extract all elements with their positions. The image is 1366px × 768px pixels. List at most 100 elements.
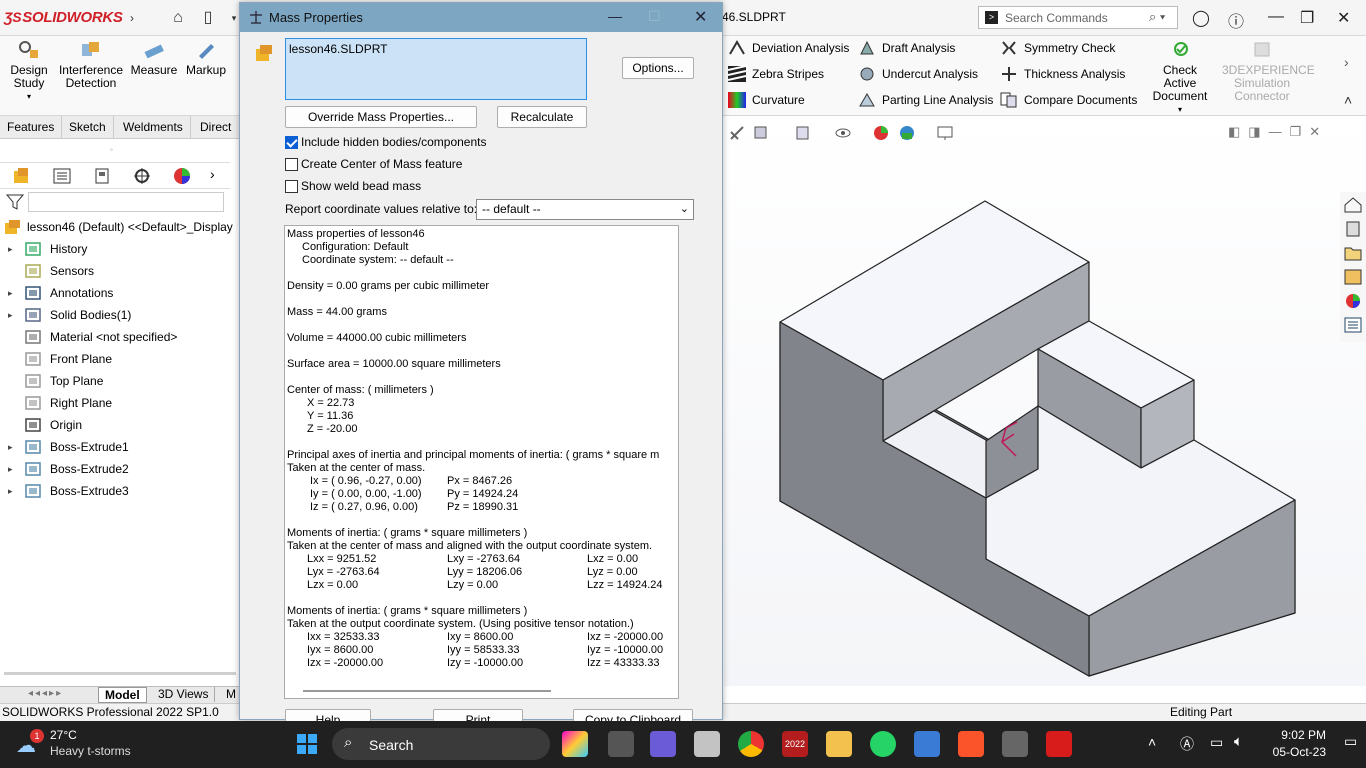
markup-button[interactable]: Markup <box>182 40 230 77</box>
selection-list[interactable]: lesson46.SLDPRT <box>285 38 587 100</box>
viewport-window-controls[interactable]: ◧◨—❐✕ <box>1228 124 1328 140</box>
resources-icon[interactable] <box>1343 196 1363 214</box>
display-manager-icon[interactable] <box>172 167 192 185</box>
task-view-icon[interactable] <box>608 731 634 757</box>
center-of-mass-checkbox[interactable]: Create Center of Mass feature <box>285 157 462 173</box>
weather-desc[interactable]: Heavy t-storms <box>50 744 131 758</box>
chevron-right-icon[interactable]: › <box>210 166 215 182</box>
new-document-icon[interactable]: ▯ <box>198 8 218 28</box>
interference-detection-button[interactable]: Interference Detection <box>58 40 124 90</box>
weather-temp[interactable]: 27°C <box>50 728 77 742</box>
previous-view-icon[interactable] <box>752 124 770 142</box>
file-explorer-icon[interactable] <box>826 731 852 757</box>
curvature-button[interactable]: Curvature <box>726 90 805 110</box>
filter-icon[interactable] <box>6 194 24 210</box>
checkbox-unchecked[interactable] <box>285 180 298 193</box>
zebra-stripes-button[interactable]: Zebra Stripes <box>726 64 824 84</box>
include-hidden-checkbox[interactable]: Include hidden bodies/components <box>285 135 486 151</box>
dimxpert-icon[interactable] <box>132 167 152 185</box>
expand-arrow-icon[interactable]: ▸ <box>8 238 13 260</box>
calculator-icon[interactable] <box>1002 731 1028 757</box>
compare-documents-button[interactable]: Compare Documents <box>998 90 1137 110</box>
user-icon[interactable]: ◯ <box>1192 8 1210 28</box>
tab-direct-edit[interactable]: Direct E <box>193 116 240 156</box>
acrobat-icon[interactable] <box>1046 731 1072 757</box>
recalculate-button[interactable]: Recalculate <box>497 106 587 128</box>
thickness-analysis-button[interactable]: Thickness Analysis <box>998 64 1125 84</box>
dialog-title-bar[interactable]: Mass Properties — ☐ ✕ <box>240 3 722 32</box>
undercut-analysis-button[interactable]: Undercut Analysis <box>856 64 978 84</box>
view-palette-icon[interactable] <box>1343 268 1363 286</box>
chevron-right-icon[interactable]: › <box>1344 54 1349 70</box>
part-model[interactable] <box>724 116 1366 686</box>
view-settings-icon[interactable] <box>936 124 954 142</box>
clock-date[interactable]: 05-Oct-23 <box>1266 745 1326 759</box>
help-icon[interactable]: ⓘ <box>1228 8 1244 32</box>
tab-weldments[interactable]: Weldments <box>116 116 191 139</box>
edit-appearance-icon[interactable] <box>872 124 890 142</box>
expand-arrow-icon[interactable]: ▸ <box>8 282 13 304</box>
design-study-button[interactable]: Design Study ▾ <box>6 40 52 103</box>
expand-arrow-icon[interactable]: ▸ <box>8 304 13 326</box>
collapse-icon[interactable]: ˄ <box>1344 92 1352 108</box>
weather-widget[interactable]: ☁ 1 <box>16 729 46 759</box>
expand-arrow-icon[interactable]: ▸ <box>8 458 13 480</box>
options-button[interactable]: Options... <box>622 57 694 79</box>
clock-time[interactable]: 9:02 PM <box>1266 728 1326 742</box>
search-icon[interactable]: ⌕ ▾ <box>1149 9 1165 25</box>
language-icon[interactable]: Ⓐ <box>1180 734 1194 754</box>
network-icon[interactable]: ▭ <box>1210 734 1223 751</box>
teams-icon[interactable] <box>650 731 676 757</box>
section-view-icon[interactable] <box>794 124 812 142</box>
experience-connector-button[interactable]: 3DEXPERIENCE Simulation Connector <box>1222 40 1315 103</box>
windows-start-icon[interactable] <box>296 733 318 755</box>
snipping-tool-icon[interactable] <box>694 731 720 757</box>
chevron-right-icon[interactable]: › <box>122 8 142 28</box>
notepad-icon[interactable] <box>914 731 940 757</box>
minimize-icon[interactable]: — <box>608 8 622 24</box>
checkbox-checked[interactable] <box>285 136 298 149</box>
search-commands-input[interactable]: > Search Commands ⌕ ▾ <box>978 6 1178 29</box>
coordinate-system-select[interactable]: -- default -- ⌄ <box>476 199 694 220</box>
minimize-icon[interactable]: — <box>1268 8 1284 26</box>
results-panel[interactable]: Mass properties of lesson46 Configuratio… <box>284 225 679 699</box>
chrome-icon[interactable] <box>738 731 764 757</box>
tree-scrollbar[interactable] <box>4 672 236 675</box>
copilot-icon[interactable] <box>562 731 588 757</box>
taskbar-search[interactable]: ⌕ Search <box>332 728 550 760</box>
checkbox-unchecked[interactable] <box>285 158 298 171</box>
notifications-icon[interactable]: ▭ <box>1344 733 1357 750</box>
file-explorer-icon[interactable] <box>1343 244 1363 262</box>
close-icon[interactable]: ✕ <box>694 7 707 27</box>
check-active-document-button[interactable]: Check Active Document ▾ <box>1146 40 1214 116</box>
tree-filter-input[interactable] <box>28 192 224 212</box>
view-orientation-icon[interactable] <box>728 124 746 142</box>
tab-features[interactable]: Features <box>0 116 63 139</box>
apply-scene-icon[interactable] <box>898 124 916 142</box>
close-icon[interactable]: ✕ <box>1337 8 1350 28</box>
draft-analysis-button[interactable]: Draft Analysis <box>856 38 955 58</box>
restore-icon[interactable]: ❐ <box>1300 8 1314 28</box>
custom-properties-icon[interactable] <box>1343 316 1363 334</box>
weld-bead-checkbox[interactable]: Show weld bead mass <box>285 179 421 195</box>
tab-3d-views[interactable]: 3D Views <box>152 687 216 702</box>
tab-sketch[interactable]: Sketch <box>62 116 114 139</box>
tab-model[interactable]: Model <box>98 687 147 703</box>
hide-show-icon[interactable] <box>834 124 852 142</box>
deviation-analysis-button[interactable]: Deviation Analysis <box>726 38 849 58</box>
selected-item[interactable]: lesson46.SLDPRT <box>289 42 388 56</box>
design-library-icon[interactable] <box>1343 220 1363 238</box>
nav-arrows-icon[interactable]: ◂◂◂▸▸ <box>28 688 63 699</box>
home-icon[interactable]: ⌂ <box>168 8 188 28</box>
solidworks-logo[interactable]: ƷSSOLIDWORKS <box>4 9 123 26</box>
brave-icon[interactable] <box>958 731 984 757</box>
graphics-area[interactable]: ◧◨—❐✕ <box>724 116 1366 686</box>
measure-button[interactable]: Measure <box>130 40 178 77</box>
expand-arrow-icon[interactable]: ▸ <box>8 436 13 458</box>
parting-line-analysis-button[interactable]: Parting Line Analysis <box>856 90 993 110</box>
whatsapp-icon[interactable] <box>870 731 896 757</box>
override-mass-properties-button[interactable]: Override Mass Properties... <box>285 106 477 128</box>
property-manager-icon[interactable] <box>52 167 72 185</box>
solidworks-app-icon[interactable]: 2022 <box>782 731 808 757</box>
appearances-icon[interactable] <box>1343 292 1363 310</box>
